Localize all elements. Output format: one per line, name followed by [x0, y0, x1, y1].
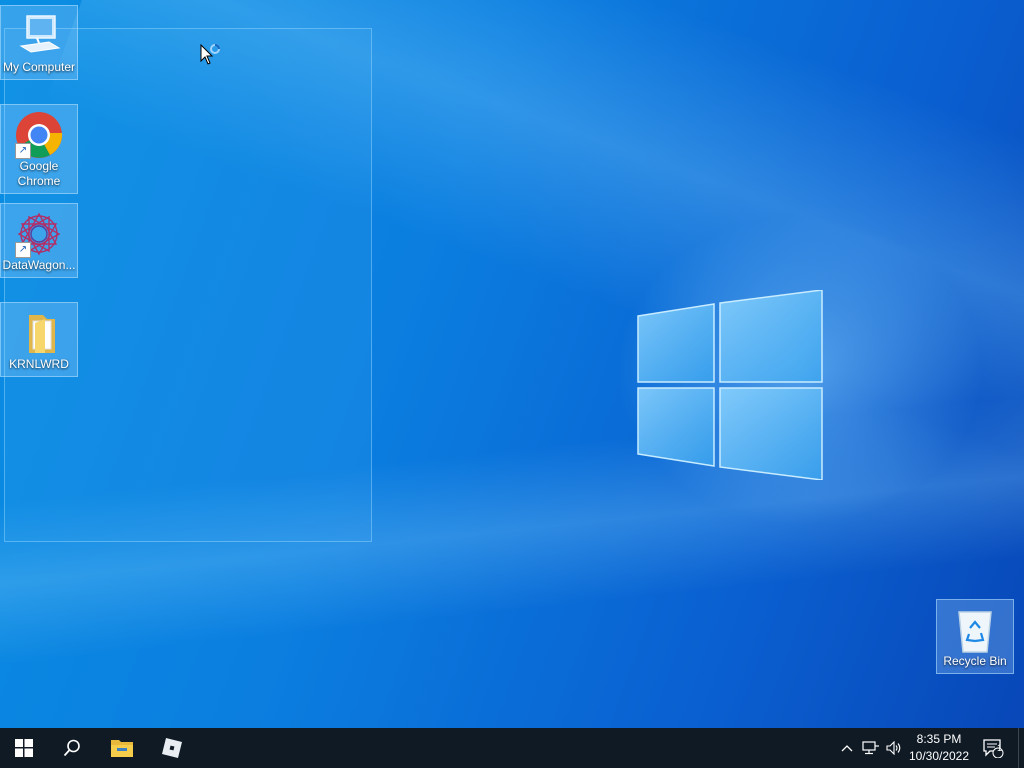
- desktop[interactable]: My Computer ↗ Google Chrome ↗ DataWagon.…: [0, 0, 1024, 728]
- file-explorer-icon: [111, 740, 133, 757]
- action-center-button[interactable]: 1: [976, 728, 1010, 768]
- search-icon: [63, 739, 80, 757]
- desktop-icon-recycle-bin[interactable]: Recycle Bin: [936, 599, 1014, 674]
- volume-icon: [886, 741, 901, 755]
- clock-date: 10/30/2022: [908, 749, 970, 763]
- desktop-icon-google-chrome[interactable]: ↗ Google Chrome: [0, 104, 78, 194]
- desktop-icon-datawagon[interactable]: ↗ DataWagon...: [0, 203, 78, 278]
- recycle-bin-icon: [951, 606, 999, 654]
- roblox-icon: [162, 738, 182, 758]
- desktop-icon-krnlwrd-folder[interactable]: KRNLWRD: [0, 302, 78, 377]
- computer-icon: [15, 12, 63, 60]
- shortcut-arrow-icon: ↗: [15, 143, 31, 159]
- notification-count-badge: 1: [997, 743, 1003, 753]
- taskbar: 8:35 PM 10/30/2022 1: [0, 728, 1024, 768]
- datawagon-icon: ↗: [15, 210, 63, 258]
- clock-time: 8:35 PM: [916, 732, 962, 746]
- desktop-icon-my-computer[interactable]: My Computer: [0, 5, 78, 80]
- taskbar-clock[interactable]: 8:35 PM 10/30/2022: [904, 731, 974, 765]
- show-desktop-divider[interactable]: [1018, 728, 1019, 768]
- windows-start-icon: [15, 739, 33, 757]
- folder-icon: [15, 309, 63, 357]
- chevron-up-icon: [841, 745, 853, 752]
- shortcut-arrow-icon: ↗: [15, 242, 31, 258]
- show-hidden-icons-button[interactable]: [838, 728, 856, 768]
- search-button[interactable]: [48, 728, 96, 768]
- start-button[interactable]: [0, 728, 48, 768]
- volume-button[interactable]: [884, 728, 904, 768]
- chrome-icon: ↗: [15, 111, 63, 159]
- busy-cursor-icon: [200, 44, 220, 65]
- network-button[interactable]: [860, 728, 882, 768]
- file-explorer-button[interactable]: [98, 728, 146, 768]
- windows-wallpaper-logo: [637, 290, 823, 480]
- roblox-button[interactable]: [148, 728, 196, 768]
- network-icon: [862, 741, 879, 755]
